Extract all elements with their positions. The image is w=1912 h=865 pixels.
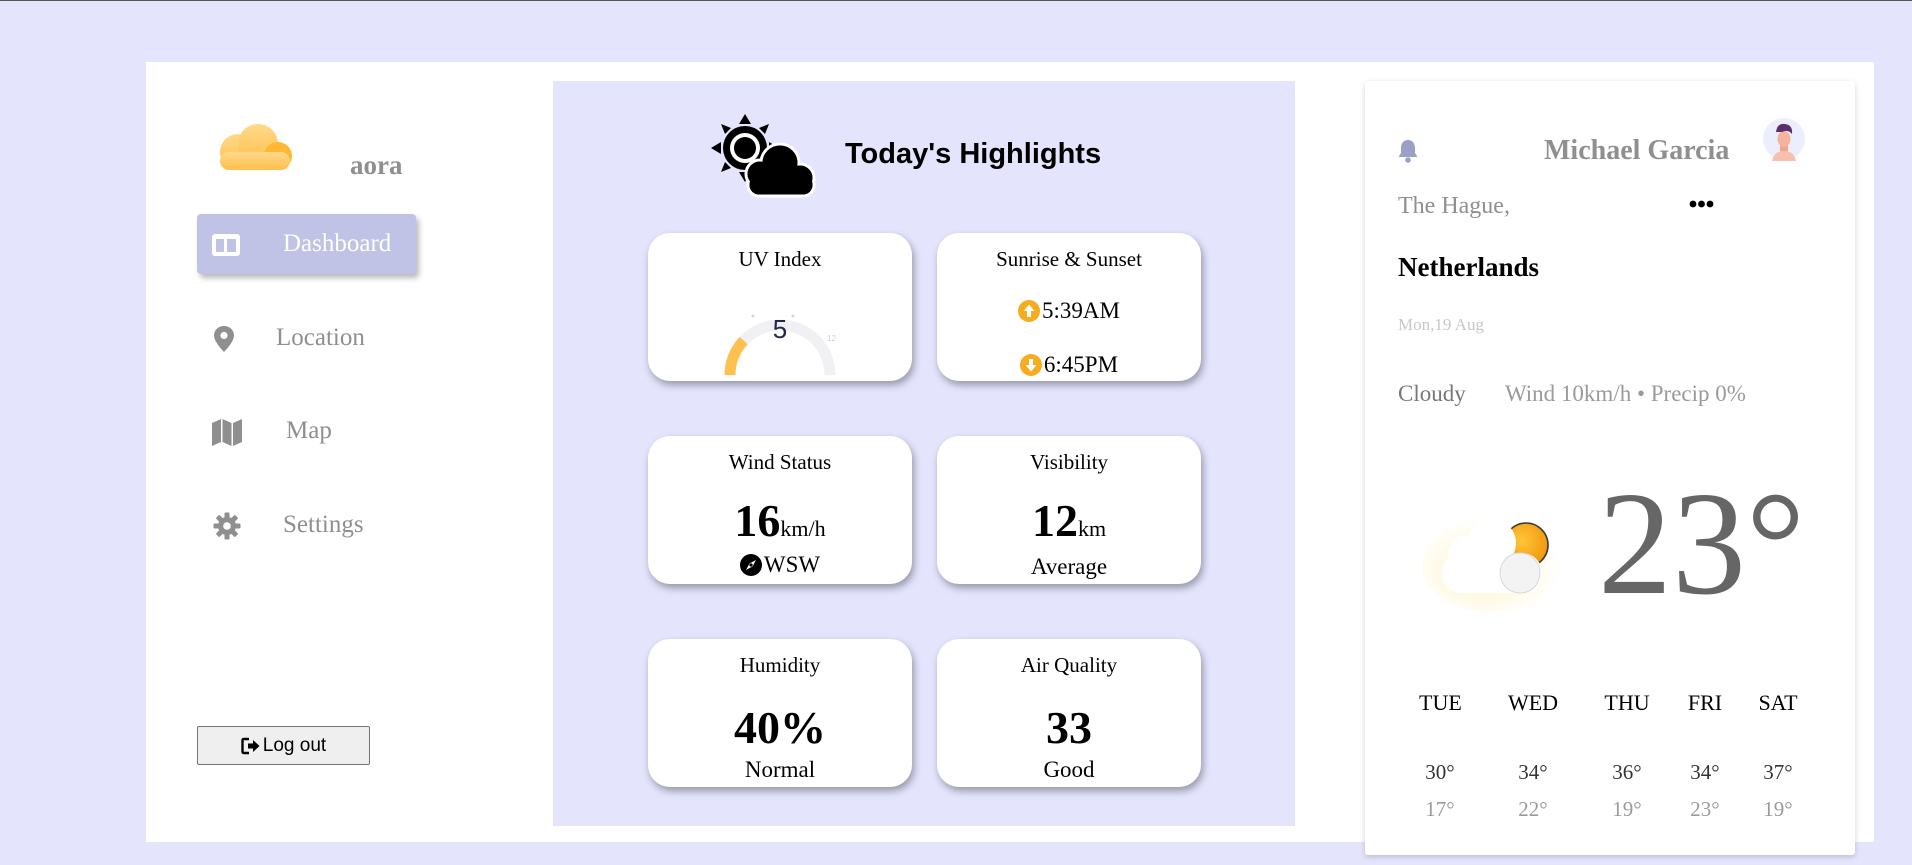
forecast-day-fri: FRI 34° 23° <box>1684 690 1726 822</box>
dashboard-icon <box>212 234 240 256</box>
forecast-day-wed: WED 34° 22° <box>1506 690 1560 822</box>
current-temperature: 23° <box>1598 462 1806 626</box>
air-quality-status: Good <box>1043 757 1095 782</box>
forecast-day-tue: TUE 30° 17° <box>1419 690 1462 822</box>
location-city: The Hague, <box>1398 193 1510 219</box>
visibility-distance: 12km <box>937 498 1201 544</box>
weather-condition: Cloudy <box>1398 381 1466 406</box>
forecast-low: 22° <box>1518 797 1548 821</box>
humidity-status: Normal <box>744 757 816 782</box>
card-title: Humidity <box>739 653 821 677</box>
sidebar-item-label: Settings <box>283 511 364 538</box>
compass-icon <box>739 554 762 576</box>
partly-cloudy-icon <box>1422 517 1562 613</box>
sun-cloud-icon <box>711 114 816 198</box>
sidebar-item-label: Dashboard <box>283 230 392 257</box>
wind-direction-row: WSW <box>648 552 912 578</box>
current-date: Mon,19 Aug <box>1398 315 1484 334</box>
brand-name: aora <box>350 150 403 180</box>
forecast-high: 34° <box>1518 760 1548 784</box>
location-pin-icon <box>214 326 234 352</box>
visibility-card: Visibility 12km Average <box>937 436 1201 584</box>
visibility-unit: km <box>1077 516 1107 541</box>
forecast-low: 23° <box>1690 797 1720 821</box>
forecast-high: 37° <box>1763 760 1793 784</box>
forecast-row: TUE 30° 17° WED 34° 22° THU 36° 19° FRI … <box>1398 690 1818 840</box>
more-options-icon[interactable] <box>1689 199 1714 209</box>
forecast-low: 19° <box>1763 797 1793 821</box>
sidebar-item-settings[interactable]: Settings <box>197 495 416 555</box>
card-title: Visibility <box>1029 450 1109 474</box>
sidebar-item-map[interactable]: Map <box>197 401 416 461</box>
visibility-value: 12 <box>1031 495 1078 546</box>
forecast-day-name: FRI <box>1687 690 1723 715</box>
forecast-high: 30° <box>1425 760 1455 784</box>
sidebar-item-label: Location <box>276 324 365 351</box>
location-country: Netherlands <box>1398 252 1539 282</box>
air-quality-card: Air Quality 33 Good <box>937 639 1201 787</box>
user-name: Michael Garcia <box>1544 135 1730 166</box>
wind-speed: 16km/h <box>648 498 912 544</box>
uv-value: 5 <box>772 314 788 344</box>
card-title: Wind Status <box>728 450 832 474</box>
avatar[interactable] <box>1762 115 1806 163</box>
forecast-day-sat: SAT 37° 19° <box>1756 690 1800 822</box>
sign-out-icon <box>241 737 260 754</box>
sunrise-row: 5:39AM <box>937 298 1201 324</box>
bell-icon[interactable] <box>1396 138 1420 164</box>
wind-speed-unit: km/h <box>780 516 826 541</box>
sidebar-item-label: Map <box>286 417 332 444</box>
humidity-card: Humidity 40% Normal <box>648 639 912 787</box>
sunset-arrow-icon <box>1019 354 1042 376</box>
forecast-day-name: THU <box>1604 690 1650 715</box>
forecast-low: 19° <box>1612 797 1642 821</box>
visibility-status: Average <box>1030 554 1108 579</box>
sunset-time: 6:45PM <box>1043 352 1119 377</box>
forecast-day-name: SAT <box>1758 690 1798 715</box>
humidity-value: 40% <box>734 702 826 753</box>
logout-label: Log out <box>262 734 327 756</box>
sidebar-item-dashboard[interactable]: Dashboard <box>197 214 416 274</box>
weather-details: Wind 10km/h • Precip 0% <box>1505 381 1746 406</box>
wind-status-card: Wind Status 16km/h WSW <box>648 436 912 584</box>
sunset-row: 6:45PM <box>937 352 1201 378</box>
logout-button[interactable]: Log out <box>197 726 370 765</box>
wind-speed-value: 16 <box>734 495 781 546</box>
sunrise-time: 5:39AM <box>1042 298 1120 323</box>
forecast-day-thu: THU 36° 19° <box>1602 690 1652 822</box>
card-title: UV Index <box>738 247 822 271</box>
forecast-high: 34° <box>1690 760 1720 784</box>
forecast-low: 17° <box>1425 797 1455 821</box>
sunrise-arrow-icon <box>1018 300 1041 322</box>
map-icon <box>212 419 242 446</box>
sidebar-item-location[interactable]: Location <box>197 308 416 368</box>
gear-icon <box>213 512 241 540</box>
sunrise-sunset-card: Sunrise & Sunset 5:39AM 6:45PM <box>937 233 1201 381</box>
card-title: Sunrise & Sunset <box>996 247 1142 271</box>
card-title: Air Quality <box>1020 653 1118 677</box>
wind-direction: WSW <box>763 552 821 577</box>
uv-index-card: UV Index 12 5 <box>648 233 912 381</box>
forecast-day-name: WED <box>1507 690 1559 715</box>
brand-logo-icon <box>220 124 292 170</box>
forecast-high: 36° <box>1612 760 1642 784</box>
forecast-day-name: TUE <box>1419 690 1462 715</box>
highlights-title: Today's Highlights <box>845 138 1102 170</box>
air-quality-value: 33 <box>1046 702 1092 753</box>
window-top-border <box>0 0 1912 1</box>
